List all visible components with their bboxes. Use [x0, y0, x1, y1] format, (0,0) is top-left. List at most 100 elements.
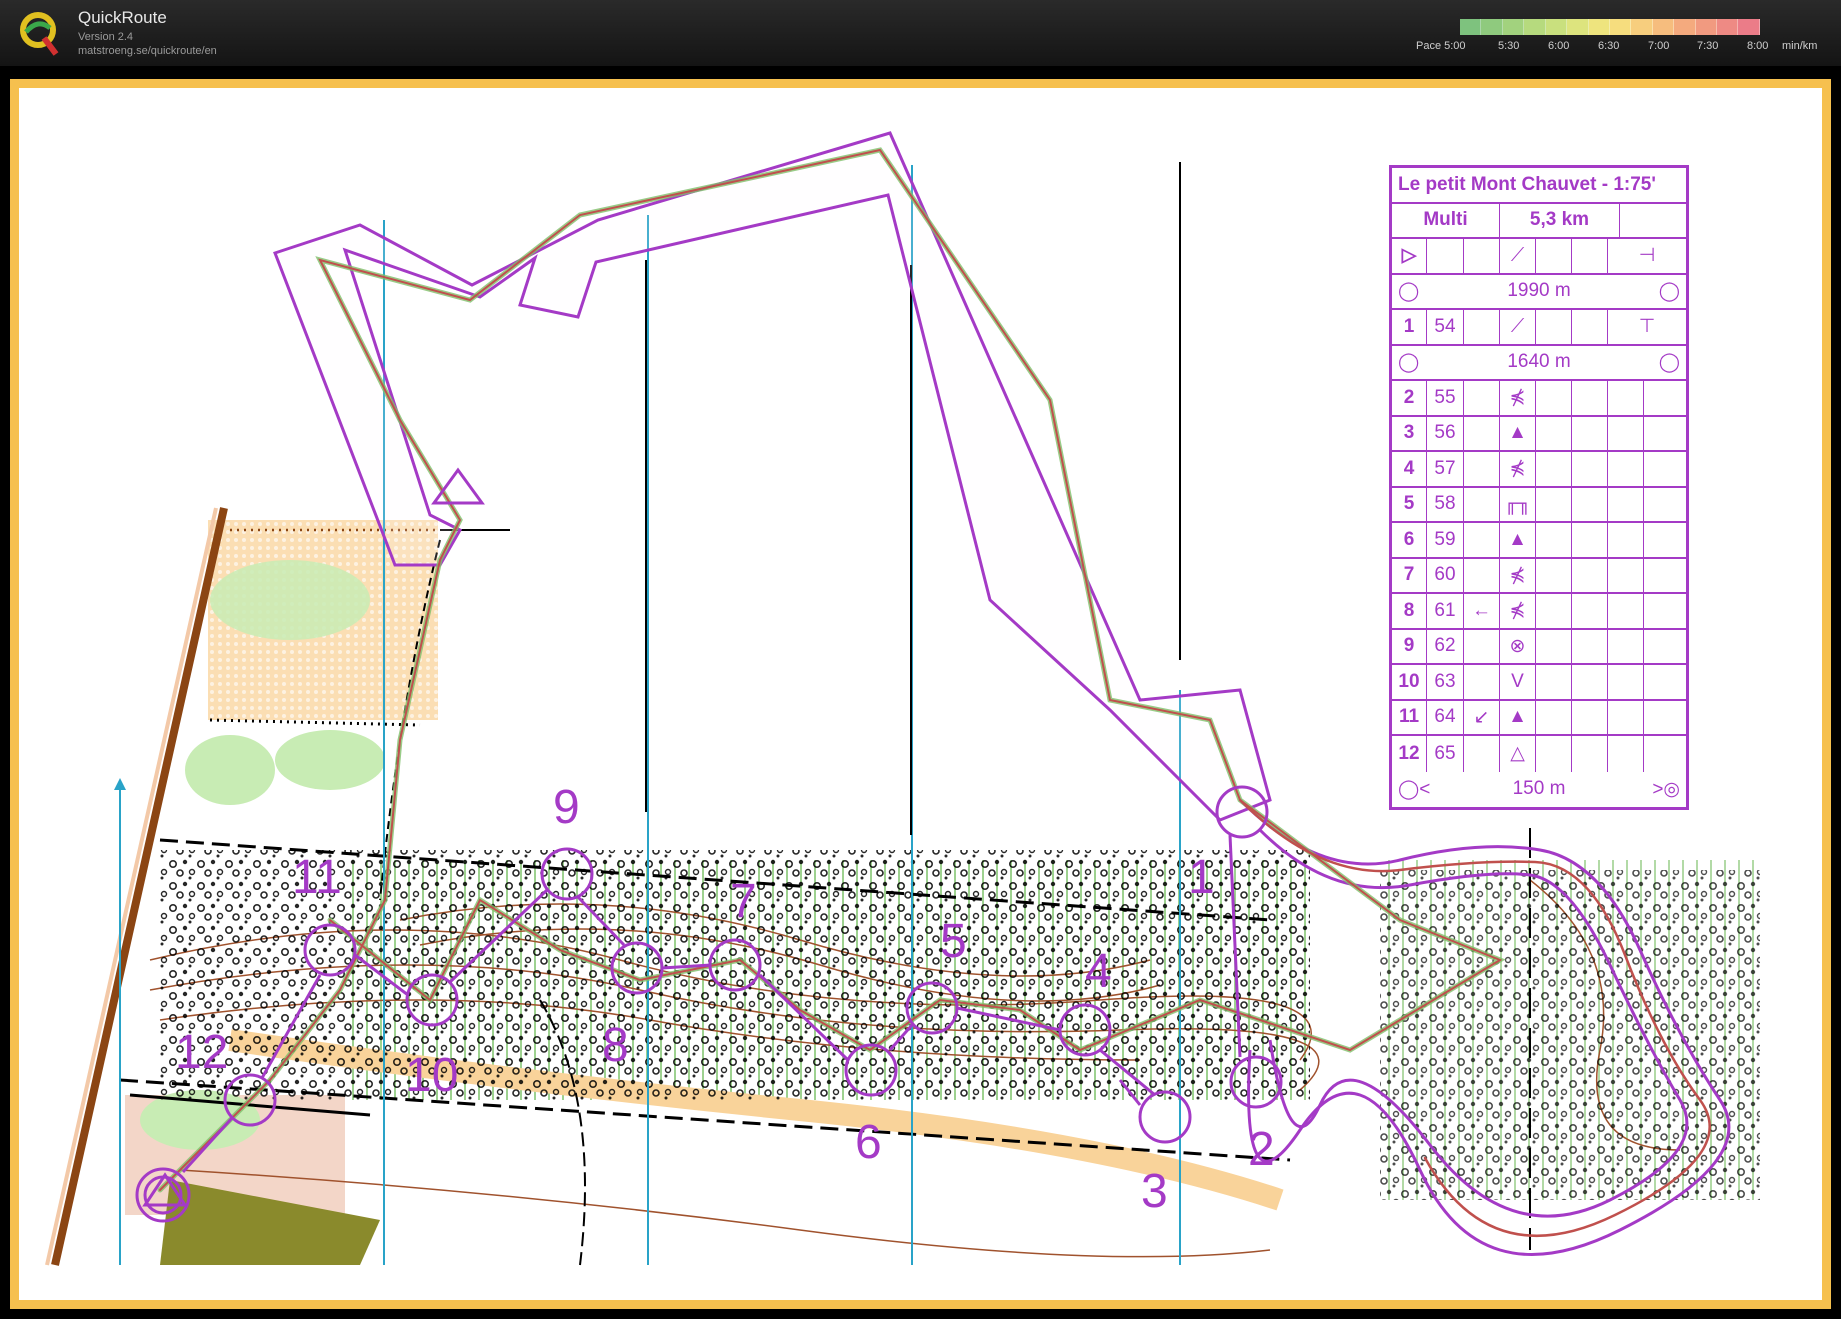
control-row-4: 4 57 ⋠ [1392, 452, 1686, 488]
course-length: 5,3 km [1500, 203, 1620, 237]
leg-marker-icon: ◯ [1398, 280, 1420, 302]
empty-cell [1572, 558, 1608, 592]
control-number: 10 [1392, 665, 1427, 699]
control-number: 9 [1392, 629, 1427, 663]
control-number: 5 [1392, 487, 1427, 521]
empty-cell [1608, 523, 1644, 557]
feature-detail-icon [1644, 559, 1686, 593]
map-label-8: 8 [602, 1019, 629, 1072]
control-row-2: 2 55 ⋠ [1392, 381, 1686, 417]
control-description-sheet: Le petit Mont Chauvet - 1:75' Multi 5,3 … [1389, 165, 1689, 810]
course-info-row: Multi 5,3 km [1392, 203, 1686, 239]
leg-distance-2: 1640 m [1507, 351, 1571, 373]
feature-icon: ⊗ [1500, 629, 1536, 663]
map-label-11: 11 [292, 851, 342, 904]
empty-cell [1536, 416, 1572, 450]
direction-icon [1464, 523, 1500, 557]
empty-cell [1608, 736, 1644, 772]
feature-detail-icon [1644, 630, 1686, 664]
control-row-3: 3 56 ▲ [1392, 416, 1686, 452]
feature-icon: ⋠ [1500, 452, 1536, 486]
feature-icon: ▲ [1500, 523, 1536, 557]
finish-circle-icon: >◎ [1652, 778, 1680, 800]
direction-icon [1464, 416, 1500, 450]
feature-icon: △ [1500, 736, 1536, 772]
control-number: 8 [1392, 594, 1427, 628]
leg-marker-end-icon: ◯ [1658, 351, 1680, 373]
feature-detail-icon [1644, 523, 1686, 557]
empty-cell [1536, 558, 1572, 592]
control-code: 62 [1427, 629, 1464, 663]
empty-cell [1608, 700, 1644, 734]
control-code: 61 [1427, 594, 1464, 628]
leg-distance-1: 1990 m [1507, 280, 1571, 302]
empty-cell [1572, 594, 1608, 628]
feature-end-icon: ⊣ [1638, 245, 1656, 267]
empty-cell [1608, 665, 1644, 699]
empty-cell [1536, 629, 1572, 663]
leg-row-1: ◯ 1990 m ◯ [1392, 275, 1686, 310]
empty-cell [1572, 665, 1608, 699]
control-number: 4 [1392, 452, 1427, 486]
control-code: 58 [1427, 487, 1464, 521]
finish-funnel-icon: ◯< [1398, 778, 1431, 800]
map-label-4: 4 [1085, 945, 1112, 998]
start-row: ▷ ⟋ ⊣ [1392, 239, 1686, 275]
control-number: 11 [1392, 700, 1427, 734]
feature-path-icon: ⟋ [1500, 239, 1536, 273]
control-code: 64 [1427, 700, 1464, 734]
control-number: 6 [1392, 523, 1427, 557]
empty-cell [1572, 736, 1608, 772]
map-label-9: 9 [553, 781, 580, 834]
finish-distance: 150 m [1512, 778, 1566, 800]
direction-icon [1464, 558, 1500, 592]
empty-cell [1536, 523, 1572, 557]
empty-cell [1572, 381, 1608, 415]
control-row-11: 11 64 ↙ ▲ [1392, 700, 1686, 736]
course-title: Le petit Mont Chauvet - 1:75' [1398, 173, 1656, 195]
control-code: 60 [1427, 558, 1464, 592]
direction-icon [1464, 487, 1500, 521]
control-row-6: 6 59 ▲ [1392, 523, 1686, 559]
empty-cell [1608, 452, 1644, 486]
feature-detail-icon [1644, 381, 1686, 415]
feature-detail-icon [1644, 417, 1686, 451]
leg-row-2: ◯ 1640 m ◯ [1392, 346, 1686, 381]
feature-icon: ⋠ [1500, 594, 1536, 628]
empty-cell [1608, 594, 1644, 628]
empty-cell [1536, 736, 1572, 772]
direction-icon: ↙ [1464, 700, 1500, 734]
direction-icon [1464, 629, 1500, 663]
course-class: Multi [1392, 203, 1500, 237]
direction-icon [1464, 665, 1500, 699]
control-number: 7 [1392, 558, 1427, 592]
empty-cell [1536, 700, 1572, 734]
control-code: 65 [1427, 736, 1464, 772]
feature-detail-icon [1644, 736, 1686, 772]
empty-cell [1536, 452, 1572, 486]
direction-icon [1464, 452, 1500, 486]
control-code: 63 [1427, 665, 1464, 699]
feature-detail-icon [1644, 665, 1686, 699]
feature-detail-icon [1644, 452, 1686, 486]
empty-cell [1608, 381, 1644, 415]
control-row-7: 7 60 ⋠ [1392, 558, 1686, 594]
feature-detail-icon [1644, 701, 1686, 735]
map-label-6: 6 [855, 1116, 882, 1169]
map-label-3: 3 [1141, 1165, 1168, 1218]
empty-cell [1572, 487, 1608, 521]
control-code: 59 [1427, 523, 1464, 557]
empty-cell [1572, 700, 1608, 734]
map-label-2: 2 [1248, 1123, 1275, 1176]
control-number: 3 [1392, 416, 1427, 450]
control-code: 56 [1427, 416, 1464, 450]
empty-cell [1608, 416, 1644, 450]
feature-detail-icon: ⊤ [1638, 316, 1656, 338]
map-label-7: 7 [730, 875, 757, 928]
control-code: 57 [1427, 452, 1464, 486]
control-row-10: 10 63 V [1392, 665, 1686, 701]
empty-cell [1608, 487, 1644, 521]
empty-cell [1608, 629, 1644, 663]
direction-icon [1464, 381, 1500, 415]
map-label-12: 12 [175, 1026, 229, 1079]
